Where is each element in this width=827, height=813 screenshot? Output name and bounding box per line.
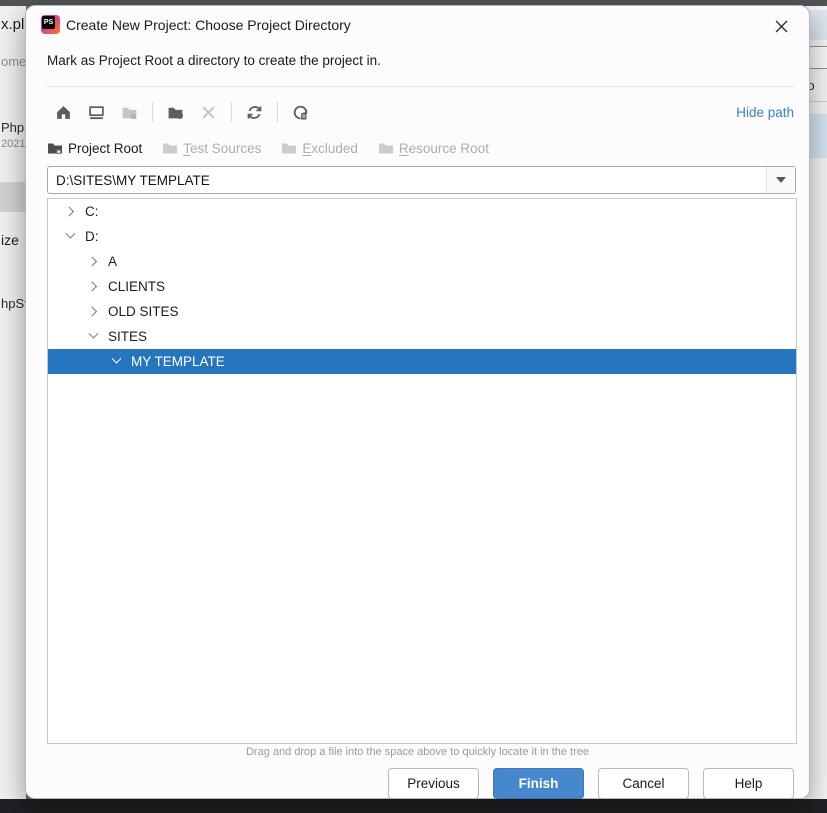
tree-node-d-drive[interactable]: D:	[48, 224, 796, 249]
tree-node-a[interactable]: A	[48, 249, 796, 274]
chevron-right-icon[interactable]	[84, 278, 102, 296]
mark-as-row: Project Root Test Sources Excluded Resou…	[47, 135, 489, 161]
file-chooser-toolbar: Hide path	[47, 97, 794, 127]
toolbar-separator	[152, 102, 153, 122]
background-dark-strip	[0, 799, 827, 813]
desktop-icon[interactable]	[88, 104, 105, 121]
source-folder-icon[interactable]	[121, 104, 138, 121]
new-folder-icon[interactable]	[167, 104, 184, 121]
close-icon	[774, 19, 789, 34]
cancel-button[interactable]: Cancel	[598, 768, 689, 799]
background-text-fragment: ome	[1, 54, 26, 69]
combo-dropdown-button[interactable]	[766, 167, 795, 193]
chevron-down-icon[interactable]	[84, 328, 102, 346]
finish-button[interactable]: Finish	[493, 768, 584, 799]
path-combobox	[47, 166, 796, 194]
mark-excluded-button: Excluded	[281, 141, 358, 156]
show-hidden-files-icon[interactable]	[292, 104, 309, 121]
background-button-fragment	[807, 46, 827, 69]
path-input[interactable]	[48, 167, 766, 193]
background-window-left: x.pl ome PhpS 2021. ize hpSt	[0, 6, 26, 799]
dialog-subtitle: Mark as Project Root a directory to crea…	[47, 53, 381, 68]
folder-icon	[378, 141, 394, 156]
dialog-titlebar: PS Create New Project: Choose Project Di…	[26, 6, 809, 46]
create-new-project-dialog: PS Create New Project: Choose Project Di…	[25, 5, 810, 799]
mark-project-root-button[interactable]: Project Root	[47, 141, 142, 156]
tree-node-sites[interactable]: SITES	[48, 324, 796, 349]
toolbar-separator	[231, 102, 232, 122]
phpstorm-logo-icon: PS	[41, 15, 60, 34]
chevron-down-icon[interactable]	[107, 353, 125, 371]
dialog-footer: Previous Finish Cancel Help	[388, 768, 794, 799]
background-text-fragment: 2021.	[1, 138, 26, 150]
mark-resource-root-button: Resource Root	[378, 141, 489, 156]
folder-icon	[47, 141, 63, 156]
background-text-fragment: x.pl	[1, 16, 24, 33]
delete-icon[interactable]	[200, 104, 217, 121]
folder-icon	[162, 141, 178, 156]
chevron-right-icon[interactable]	[84, 253, 102, 271]
chevron-right-icon[interactable]	[61, 203, 79, 221]
chevron-down-icon	[776, 177, 786, 183]
background-selection-band	[0, 182, 26, 212]
background-text-fragment: PhpS	[1, 120, 26, 135]
background-text-fragment: ize	[1, 232, 19, 248]
help-button[interactable]: Help	[703, 768, 794, 799]
folder-icon	[281, 141, 297, 156]
drag-drop-hint: Drag and drop a file into the space abov…	[26, 746, 809, 758]
mark-test-sources-button: Test Sources	[162, 141, 261, 156]
tree-node-c-drive[interactable]: C:	[48, 199, 796, 224]
dialog-title: Create New Project: Choose Project Direc…	[66, 17, 351, 33]
directory-tree: C: D: A CLIENTS OLD SITES SITES MY TEMPL…	[47, 198, 797, 744]
refresh-icon[interactable]	[246, 104, 263, 121]
home-icon[interactable]	[55, 104, 72, 121]
chevron-down-icon[interactable]	[61, 228, 79, 246]
background-text-fragment: hpSt	[1, 296, 26, 311]
tree-node-clients[interactable]: CLIENTS	[48, 274, 796, 299]
tree-node-my-template[interactable]: MY TEMPLATE	[48, 349, 796, 374]
previous-button[interactable]: Previous	[388, 768, 479, 799]
chevron-right-icon[interactable]	[84, 303, 102, 321]
hide-path-link[interactable]: Hide path	[736, 105, 794, 120]
close-button[interactable]	[768, 13, 794, 39]
tree-node-old-sites[interactable]: OLD SITES	[48, 299, 796, 324]
header-divider	[47, 86, 794, 87]
toolbar-separator	[277, 102, 278, 122]
